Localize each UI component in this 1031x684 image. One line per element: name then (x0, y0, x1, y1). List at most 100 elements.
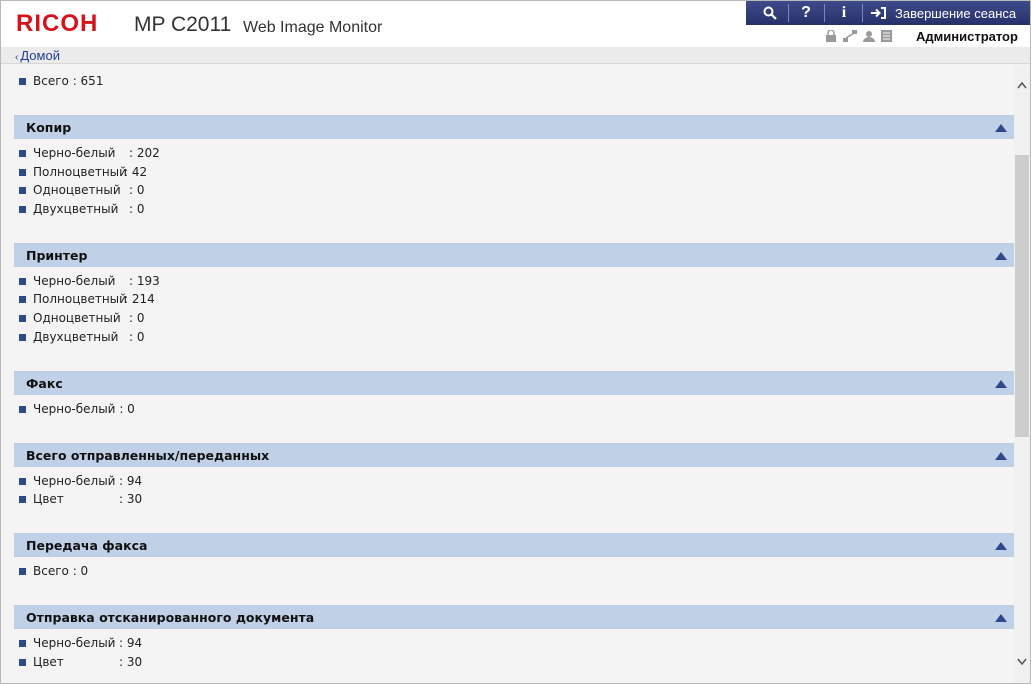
status-icons (825, 28, 892, 45)
user-name: Администратор (916, 29, 1018, 44)
bullet-icon (19, 168, 26, 176)
bullet-icon (19, 314, 26, 322)
row-value: : 30 (119, 655, 143, 669)
section-copier: Копир Черно-белый: 202 Полноцветный: 42 … (14, 115, 1014, 216)
product-name: Web Image Monitor (243, 19, 383, 36)
section-title: Копир (26, 119, 72, 135)
section-printer: Принтер Черно-белый : 193 Полноцветный: 2… (14, 243, 1014, 344)
counter-content: Всего : 651 Копир Черно-белый : 202 Полно… (1, 65, 1014, 683)
list-item: Черно-белый : 193 (19, 273, 160, 289)
bullet-icon (19, 77, 26, 85)
row-label: Одноцветный (33, 183, 121, 197)
logout-label: Завершение сеанса (895, 5, 1017, 21)
breadcrumb: ‹ Домой (1, 47, 1030, 64)
section-title: Принтер (26, 247, 88, 263)
section-header: Факс (14, 371, 1014, 395)
row-value: : 651 (72, 74, 104, 88)
row-label: Полноцветный (33, 292, 127, 306)
bullet-icon (19, 277, 26, 285)
row-value: : 0 (129, 311, 145, 325)
bullet-icon (19, 495, 26, 503)
row-value: : 193 (129, 274, 160, 288)
section-title: Передача факса (26, 537, 148, 553)
row-label: Черно-белый (33, 474, 116, 488)
bullet-icon (19, 405, 26, 413)
row-value: : 94 (119, 636, 143, 650)
brand-logo: RICOH (16, 10, 99, 37)
list-item: Двухцветный : 0 (19, 329, 145, 345)
bullet-icon (19, 295, 26, 303)
section-fax: Факс Черно-белый : 0 (14, 371, 1014, 416)
row-label: Двухцветный (33, 202, 119, 216)
row-label: Черно-белый (33, 636, 116, 650)
chevron-left-icon: ‹ (15, 52, 19, 63)
list-item: Цвет : 30 (19, 491, 142, 507)
list-item: Всего : 0 (19, 563, 88, 579)
row-value: : 0 (119, 402, 135, 416)
bullet-icon (19, 333, 26, 341)
row-label: Цвет (33, 492, 64, 506)
section-header: Передача факса (14, 533, 1014, 557)
row-label: Черно-белый (33, 146, 116, 160)
row-label: Черно-белый (33, 274, 116, 288)
list-item: Одноцветный : 0 (19, 310, 145, 326)
row-label: Всего (33, 74, 69, 88)
collapse-up-icon[interactable] (994, 250, 1008, 260)
bullet-icon (19, 639, 26, 647)
info-icon[interactable]: i (832, 1, 856, 25)
section-title: Отправка отсканированного документа (26, 609, 315, 625)
row-value: : 0 (129, 202, 145, 216)
top-toolbar: ? i Завершение сеанса (746, 1, 1030, 25)
row-value: : 214 (124, 292, 155, 306)
bullet-icon (19, 477, 26, 485)
list-item: Черно-белый : 0 (19, 401, 135, 417)
home-link-label: Домой (20, 48, 60, 63)
list-item: Черно-белый: 94 (19, 473, 142, 489)
section-fax-transmission: Передача факса Всего : 0 (14, 533, 1014, 578)
toolbar-divider (862, 4, 863, 22)
bullet-icon (19, 186, 26, 194)
row-value: : 30 (119, 492, 143, 506)
device-model: MP C2011 (134, 13, 232, 36)
scrollbar-thumb[interactable] (1015, 155, 1029, 437)
list-item: Двухцветный : 0 (19, 201, 145, 217)
section-scan-send: Отправка отсканированного документа Черн… (14, 605, 1014, 669)
row-label: Двухцветный (33, 330, 119, 344)
collapse-up-icon[interactable] (994, 450, 1008, 460)
document-icon (881, 29, 892, 45)
toolbar-divider (788, 4, 789, 22)
collapse-up-icon[interactable] (994, 612, 1008, 622)
vertical-scrollbar[interactable] (1014, 65, 1030, 683)
row-label: Черно-белый (33, 402, 116, 416)
toolbar-divider (824, 4, 825, 22)
row-value: : 202 (129, 146, 160, 160)
home-link[interactable]: ‹ Домой (15, 48, 60, 63)
section-total-sent: Всего отправленных/переданных Черно-белы… (14, 443, 1014, 506)
help-icon[interactable]: ? (794, 1, 818, 25)
list-item: Полноцветный: 214 (19, 291, 155, 307)
collapse-up-icon[interactable] (994, 540, 1008, 550)
row-label: Всего (33, 564, 69, 578)
bullet-icon (19, 567, 26, 575)
bullet-icon (19, 205, 26, 213)
logout-button[interactable]: Завершение сеанса (870, 1, 1030, 25)
scroll-up-icon[interactable] (1014, 77, 1030, 93)
row-value: : 0 (129, 330, 145, 344)
row-label: Одноцветный (33, 311, 121, 325)
bullet-icon (19, 658, 26, 666)
row-value: : 42 (124, 165, 148, 179)
network-icon (843, 29, 857, 45)
list-item: Цвет : 30 (19, 654, 142, 670)
collapse-up-icon[interactable] (994, 122, 1008, 132)
scroll-down-icon[interactable] (1014, 653, 1030, 669)
lock-icon (825, 28, 837, 45)
total-row: Всего : 651 (19, 73, 103, 89)
section-header: Принтер (14, 243, 1014, 267)
search-icon[interactable] (758, 1, 782, 25)
list-item: Полноцветный: 42 (19, 164, 147, 180)
collapse-up-icon[interactable] (994, 378, 1008, 388)
row-label: Цвет (33, 655, 64, 669)
row-label: Полноцветный (33, 165, 127, 179)
header: RICOH MP C2011 Web Image Monitor ? i Зав… (1, 1, 1030, 47)
section-title: Факс (26, 375, 63, 391)
